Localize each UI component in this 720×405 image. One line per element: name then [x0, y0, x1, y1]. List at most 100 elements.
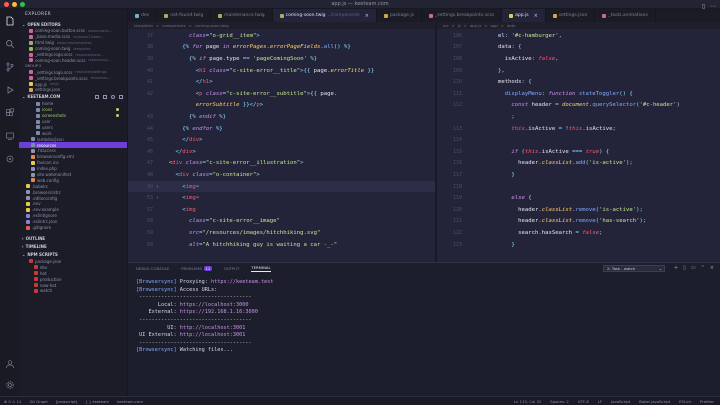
editor-left-pane[interactable]: 37 class="o-grid__item"> 38 {% for page i…	[128, 29, 435, 269]
code-line[interactable]: 59 src="/resources/images/hitchhiking.sv…	[128, 227, 435, 239]
chevron-right-icon[interactable]: ›	[156, 184, 159, 190]
code-line[interactable]: 46 </div>	[128, 146, 435, 158]
code-line[interactable]: errorSubtitle }}</p>	[128, 100, 435, 112]
code-line[interactable]: 57 <img	[128, 204, 435, 216]
chevron-up-icon[interactable]: ⌃	[701, 265, 705, 271]
status-item[interactable]: Prettier	[700, 399, 714, 404]
new-file-icon[interactable]	[95, 94, 99, 99]
code-line[interactable]: 112 const header = document.querySelecto…	[437, 100, 720, 112]
code-line[interactable]: 123 }	[437, 239, 720, 251]
close-icon[interactable]: ×	[710, 265, 714, 271]
panel-tab-debug-console[interactable]: DEBUG CONSOLE	[136, 266, 169, 271]
code-line[interactable]: 122 search.hasSearch = false;	[437, 227, 720, 239]
code-line[interactable]: 120 header.classList.remove('is-active')…	[437, 204, 720, 216]
code-line[interactable]: 119 else {	[437, 192, 720, 204]
minimize-window-button[interactable]	[12, 2, 17, 7]
close-icon[interactable]: ×	[534, 13, 538, 19]
breadcrumb-item[interactable]: js	[458, 23, 461, 28]
tab--tools-animations[interactable]: _tools.animations	[595, 9, 656, 22]
project-section[interactable]: ⌄ KEETEAM.COM	[19, 93, 127, 101]
code-line[interactable]: 49 <img⋯ ›	[128, 180, 435, 193]
code-line[interactable]: 118	[437, 181, 720, 193]
collapse-all-icon[interactable]	[119, 94, 123, 99]
status-item[interactable]: keeteam.com	[117, 399, 143, 404]
panel-tab-terminal[interactable]: TERMINAL	[251, 265, 271, 272]
code-line[interactable]: 53 <img⋯ ›	[128, 192, 435, 204]
panel-tab-output[interactable]: OUTPUT	[224, 266, 239, 271]
code-line[interactable]: 107 data: {	[437, 42, 720, 54]
code-line[interactable]: 38 {% for page in errorPages.errorPageFi…	[128, 42, 435, 54]
status-item[interactable]: { } keeteam	[85, 399, 109, 404]
status-item[interactable]: JavaScript	[611, 399, 630, 404]
tab-dev[interactable]: dev	[128, 9, 158, 22]
timeline-section[interactable]: › TIMELINE	[19, 243, 127, 251]
breadcrumb-item[interactable]: templates	[134, 23, 153, 28]
breadcrumb-item[interactable]: src	[443, 23, 449, 28]
list-item[interactable]: coming-soon.header.scss resources/s...	[19, 57, 127, 63]
tab--settings-breakpoints-scss[interactable]: _settings.breakpoints.scss	[422, 9, 503, 22]
code-line[interactable]: ;	[437, 111, 720, 123]
code-line[interactable]: 117 }	[437, 169, 720, 181]
tab-app-js[interactable]: app.js ×	[502, 9, 546, 22]
code-line[interactable]: 106 el: '#c-hamburger',	[437, 30, 720, 42]
tab-maintenance-twig[interactable]: maintenance.twig	[211, 9, 273, 22]
files-icon[interactable]	[4, 15, 15, 26]
status-item[interactable]: ⊗ 0 ⚠ 11	[4, 399, 21, 404]
code-line[interactable]: 60 alt="A hitchhiking guy is waiting a c…	[128, 239, 435, 251]
split-editor-icon[interactable]: ▯	[702, 3, 705, 10]
code-line[interactable]: 108 isActive: false,	[437, 53, 720, 65]
tab-coming-soon-twig[interactable]: coming-soon.twig ../components ×	[272, 9, 377, 22]
close-window-button[interactable]	[4, 2, 9, 7]
breadcrumb-item[interactable]: app	[491, 23, 498, 28]
status-item[interactable]: Babel JavaScript	[639, 399, 670, 404]
account-icon[interactable]	[4, 358, 15, 369]
list-item[interactable]: .gitignore	[19, 225, 127, 231]
split-terminal-icon[interactable]: ▯	[683, 265, 686, 271]
breadcrumb-item[interactable]: components	[162, 23, 185, 28]
search-icon[interactable]	[4, 38, 15, 49]
git-graph-icon[interactable]	[4, 153, 15, 164]
code-line[interactable]: 113 this.isActive = !this.isActive;	[437, 123, 720, 135]
breadcrumb-item[interactable]: app.js	[470, 23, 481, 28]
npm-scripts-section[interactable]: ⌄ NPM SCRIPTS	[19, 251, 127, 259]
code-line[interactable]: 48 <div class="o-container">	[128, 169, 435, 181]
outline-section[interactable]: › OUTLINE	[19, 235, 127, 243]
maximize-window-button[interactable]	[20, 2, 25, 7]
code-line[interactable]: 39 {% if page.type == 'pageComingSoon' %…	[128, 53, 435, 65]
tab-not-found-twig[interactable]: not-found.twig	[157, 9, 212, 22]
new-folder-icon[interactable]	[103, 94, 107, 99]
panel-tab-problems[interactable]: PROBLEMS 11	[181, 266, 212, 271]
code-line[interactable]: 110 methods: {	[437, 76, 720, 88]
add-terminal-icon[interactable]: +	[674, 265, 678, 271]
list-item[interactable]: watch	[19, 288, 127, 294]
status-item[interactable]: Spaces: 2	[550, 399, 568, 404]
code-line[interactable]: 43 {% endif %}	[128, 111, 435, 123]
gear-icon[interactable]	[4, 379, 15, 390]
code-line[interactable]: 121 header.classList.remove('has-search'…	[437, 216, 720, 228]
close-icon[interactable]: ×	[365, 13, 369, 19]
terminal-output[interactable]: [Browsersync] Proxying: https://keeteam.…	[136, 279, 696, 355]
extensions-icon[interactable]	[4, 107, 15, 118]
trash-icon[interactable]: ▭	[691, 265, 696, 271]
status-item[interactable]: UTF-8	[578, 399, 589, 404]
editor-right-pane[interactable]: 106 el: '#c-hamburger', 107 data: {108 is…	[437, 29, 720, 269]
tab-package-js[interactable]: package.js	[377, 9, 422, 22]
source-control-icon[interactable]	[4, 61, 15, 72]
code-line[interactable]: 109 },	[437, 65, 720, 77]
code-line[interactable]: 47 <div class="c-site-error__illustratio…	[128, 158, 435, 170]
code-line[interactable]: 111 displayMenu: function stateToggler()…	[437, 88, 720, 100]
code-line[interactable]: 58 class="c-site-error__image"	[128, 216, 435, 228]
status-item[interactable]: Git Graph	[29, 399, 47, 404]
debug-icon[interactable]	[4, 84, 15, 95]
terminal-select[interactable]: 2: Task - watch ⌄	[603, 265, 665, 272]
more-actions-icon[interactable]: ⋯	[710, 3, 716, 10]
code-line[interactable]: 37 class="o-grid__item">	[128, 30, 435, 42]
status-item[interactable]: [javascript]	[56, 399, 78, 404]
refresh-icon[interactable]	[111, 94, 115, 99]
code-line[interactable]: 41 </h1>	[128, 76, 435, 88]
code-line[interactable]: 42 <p class="c-site-error__subtitle">{{ …	[128, 88, 435, 100]
tab-settings-json[interactable]: settings.json	[546, 9, 596, 22]
breadcrumb-item[interactable]: coming-soon.twig	[195, 23, 229, 28]
open-editors-section[interactable]: ⌄ OPEN EDITORS	[19, 20, 127, 28]
status-item[interactable]: Ln 113, Col 32	[514, 399, 541, 404]
